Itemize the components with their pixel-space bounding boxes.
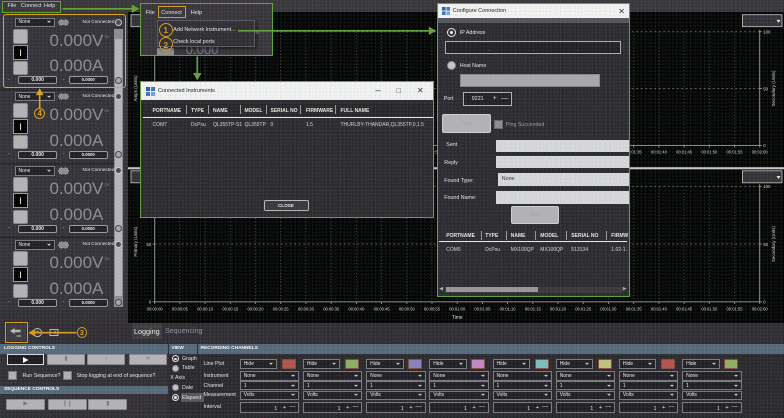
svg-text:00:01:50: 00:01:50 bbox=[701, 150, 718, 155]
svg-text:00:00:35: 00:00:35 bbox=[323, 306, 340, 311]
svg-text:00:02:00: 00:02:00 bbox=[752, 306, 769, 311]
svg-text:00:00:10: 00:00:10 bbox=[197, 306, 214, 311]
svg-text:Secondary (Units): Secondary (Units) bbox=[771, 70, 776, 107]
svg-text:00:01:10: 00:01:10 bbox=[500, 306, 517, 311]
svg-text:00:01:55: 00:01:55 bbox=[727, 306, 744, 311]
svg-text:00:00:00: 00:00:00 bbox=[147, 306, 164, 311]
svg-text:00:01:30: 00:01:30 bbox=[600, 306, 617, 311]
svg-text:00:01:50: 00:01:50 bbox=[701, 306, 718, 311]
svg-text:00:01:15: 00:01:15 bbox=[525, 306, 542, 311]
svg-text:00:01:00: 00:01:00 bbox=[449, 306, 466, 311]
svg-text:00:02:00: 00:02:00 bbox=[752, 150, 769, 155]
svg-text:00:01:45: 00:01:45 bbox=[676, 150, 693, 155]
svg-text:00:00:30: 00:00:30 bbox=[298, 306, 315, 311]
svg-text:00:00:25: 00:00:25 bbox=[273, 306, 290, 311]
svg-text:00:00:45: 00:00:45 bbox=[374, 306, 391, 311]
svg-text:00:00:15: 00:00:15 bbox=[222, 306, 239, 311]
svg-text:00:01:05: 00:01:05 bbox=[474, 306, 491, 311]
svg-text:Secondary (Units): Secondary (Units) bbox=[771, 226, 776, 263]
svg-text:Primary (Units): Primary (Units) bbox=[133, 226, 138, 257]
svg-text:00:01:40: 00:01:40 bbox=[651, 306, 668, 311]
svg-text:00:00:50: 00:00:50 bbox=[399, 306, 416, 311]
svg-text:00:01:25: 00:01:25 bbox=[575, 306, 592, 311]
svg-text:Amps (Units): Amps (Units) bbox=[133, 75, 138, 102]
svg-text:00:01:45: 00:01:45 bbox=[676, 306, 693, 311]
svg-text:00:01:20: 00:01:20 bbox=[550, 306, 567, 311]
svg-text:00:01:35: 00:01:35 bbox=[626, 306, 643, 311]
svg-text:00:00:05: 00:00:05 bbox=[172, 306, 189, 311]
svg-text:50: 50 bbox=[146, 242, 151, 247]
svg-text:00:00:40: 00:00:40 bbox=[348, 306, 365, 311]
svg-text:00:00:55: 00:00:55 bbox=[424, 306, 441, 311]
svg-text:50: 50 bbox=[763, 86, 768, 91]
svg-text:00:00:20: 00:00:20 bbox=[248, 306, 265, 311]
svg-text:Time: Time bbox=[452, 315, 463, 321]
svg-text:00:01:55: 00:01:55 bbox=[727, 150, 744, 155]
svg-text:100: 100 bbox=[763, 30, 771, 35]
svg-text:50: 50 bbox=[763, 242, 768, 247]
svg-text:100: 100 bbox=[763, 184, 771, 189]
svg-text:00:01:40: 00:01:40 bbox=[651, 150, 668, 155]
